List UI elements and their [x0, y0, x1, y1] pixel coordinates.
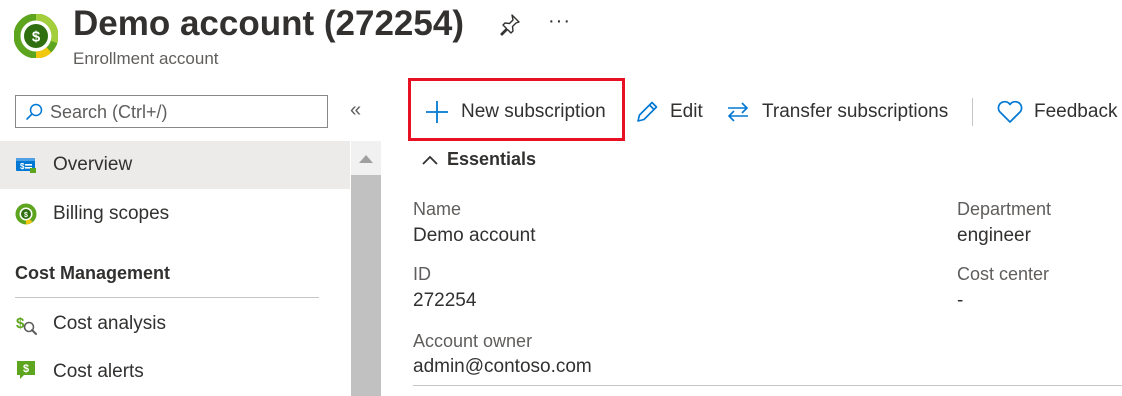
essentials-label: Essentials: [447, 149, 537, 169]
pencil-icon: [637, 101, 658, 122]
cost-center-value: -: [957, 290, 964, 311]
department-label: Department: [957, 199, 1052, 219]
transfer-arrows-icon: [727, 102, 749, 122]
feedback-button[interactable]: Feedback: [996, 95, 1117, 129]
chevron-up-icon: [422, 155, 438, 165]
svg-text:$: $: [16, 315, 25, 332]
sidebar-item-label: Billing scopes: [53, 203, 170, 224]
transfer-subscriptions-button[interactable]: Transfer subscriptions: [726, 95, 948, 129]
id-value: 272254: [413, 290, 477, 311]
sidebar-divider: [15, 297, 319, 298]
feedback-label: Feedback: [1034, 101, 1118, 122]
department-value: engineer: [957, 225, 1031, 246]
search-icon: [26, 103, 43, 120]
account-owner-label: Account owner: [413, 331, 533, 351]
collapse-sidebar-icon[interactable]: «: [350, 99, 361, 122]
name-value: Demo account: [413, 225, 536, 246]
sidebar-item-cost-analysis[interactable]: $ Cost analysis: [0, 300, 350, 348]
sidebar-section-header: Cost Management: [15, 263, 171, 283]
name-label: Name: [413, 199, 462, 219]
cost-analysis-icon: $: [16, 315, 37, 335]
highlight-annotation-box: [408, 78, 625, 141]
edit-button[interactable]: Edit: [634, 95, 703, 129]
sidebar-item-label: Cost analysis: [53, 313, 166, 334]
page-title: Demo account (272254): [73, 4, 464, 43]
sidebar-scrollbar-thumb[interactable]: [351, 175, 381, 396]
search-input[interactable]: [50, 100, 320, 124]
heart-icon: [997, 100, 1023, 123]
svg-text:$: $: [32, 29, 41, 46]
svg-text:$: $: [24, 212, 28, 219]
essentials-toggle[interactable]: Essentials: [421, 149, 536, 170]
overview-icon: $: [16, 158, 36, 173]
sidebar-item-cost-alerts[interactable]: $ Cost alerts: [0, 348, 350, 396]
sidebar-item-label: Overview: [53, 154, 133, 175]
svg-text:$: $: [23, 363, 29, 375]
edit-label: Edit: [670, 101, 703, 122]
id-label: ID: [413, 264, 431, 284]
scroll-up-arrow-icon[interactable]: [351, 141, 381, 175]
transfer-subscriptions-label: Transfer subscriptions: [762, 101, 949, 122]
search-box[interactable]: [15, 95, 328, 128]
billing-scopes-icon: $: [15, 203, 37, 225]
essentials-divider: [413, 385, 1122, 386]
more-options-icon[interactable]: ···: [548, 10, 571, 33]
pin-icon[interactable]: [498, 12, 522, 36]
page-subtitle: Enrollment account: [73, 49, 219, 68]
cost-center-label: Cost center: [957, 264, 1050, 284]
cost-alerts-icon: $: [17, 361, 35, 379]
sidebar-item-label: Cost alerts: [53, 361, 144, 382]
account-owner-value: admin@contoso.com: [413, 356, 592, 377]
sidebar-item-overview[interactable]: $ Overview: [0, 141, 350, 189]
svg-text:$: $: [20, 162, 25, 171]
sidebar-item-billing-scopes[interactable]: $ Billing scopes: [0, 190, 350, 238]
toolbar-separator: [972, 98, 973, 126]
cost-management-app-icon: $: [14, 14, 58, 58]
